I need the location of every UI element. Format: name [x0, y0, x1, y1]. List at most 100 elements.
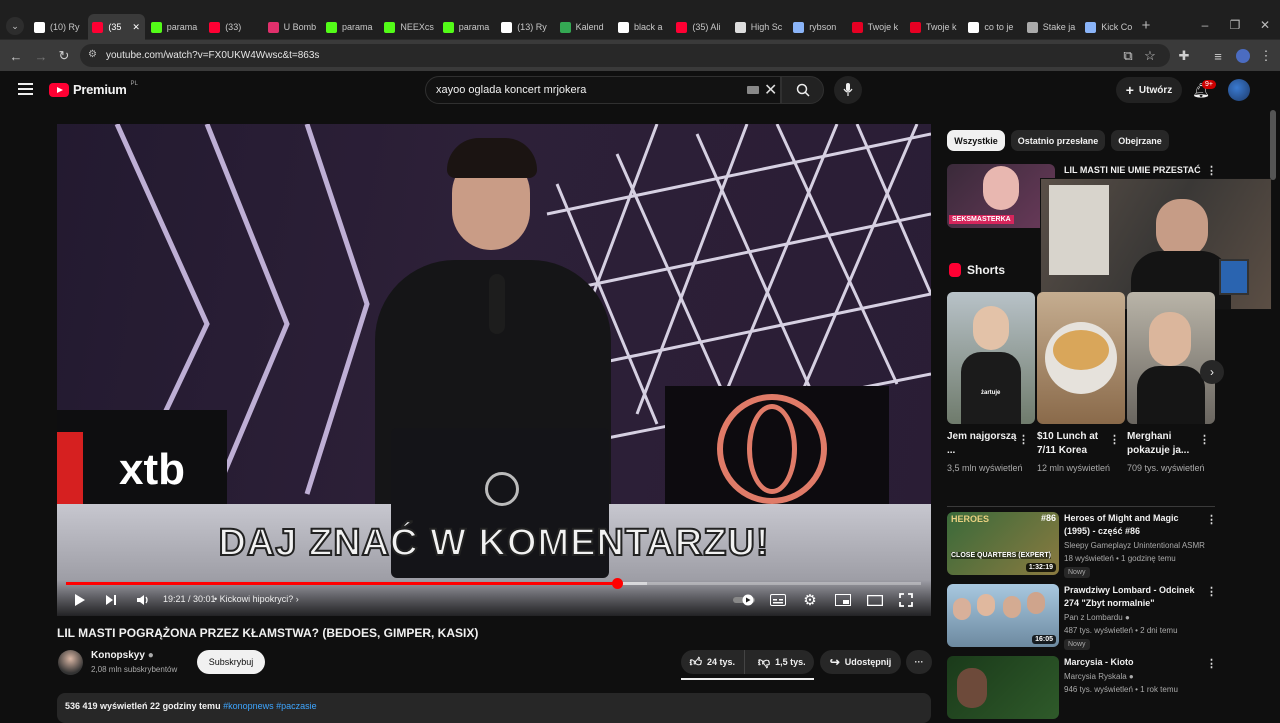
clear-search-icon[interactable]: ✕ [764, 80, 777, 100]
keyboard-icon[interactable] [747, 86, 759, 94]
browser-tab[interactable]: Twoje k [906, 14, 962, 40]
reload-icon[interactable]: ↻ [56, 48, 72, 64]
short-title[interactable]: Merghani pokazuje ja... [1127, 430, 1199, 458]
video-thumbnail[interactable] [947, 656, 1059, 719]
forward-icon[interactable]: → [33, 48, 49, 64]
browser-tab[interactable]: rybson [789, 14, 845, 40]
install-app-icon[interactable]: ⧉ [1120, 48, 1136, 64]
more-vertical-icon[interactable]: ⋮ [1206, 585, 1217, 598]
more-vertical-icon[interactable]: ⋮ [1109, 433, 1120, 446]
media-controls-icon[interactable]: ≡ [1210, 48, 1226, 64]
browser-tab[interactable]: (35) Ali [672, 14, 728, 40]
more-vertical-icon[interactable]: ⋮ [1206, 657, 1217, 670]
browser-tab[interactable]: NEEXcs [380, 14, 436, 40]
next-button[interactable] [103, 592, 119, 608]
browser-tab[interactable]: parama [147, 14, 203, 40]
thumbs-down-icon: 👎︎ [757, 654, 771, 669]
video-title-link[interactable]: Prawdziwy Lombard - Odcinek 274 "Zbyt no… [1064, 584, 1206, 610]
browser-tab[interactable]: co to je [964, 14, 1020, 40]
minimize-icon[interactable]: – [1192, 14, 1218, 36]
video-title-link[interactable]: Marcysia - Kioto [1064, 656, 1206, 669]
browser-tab[interactable]: Kalend [556, 14, 612, 40]
play-button[interactable] [72, 592, 88, 608]
theater-mode-button[interactable] [866, 592, 884, 608]
dislike-button[interactable]: 👎︎ 1,5 tys. [750, 650, 814, 674]
bookmark-star-icon[interactable]: ☆ [1142, 48, 1158, 64]
xtb-logo-mark [57, 432, 83, 508]
like-button[interactable]: 👍︎ 24 tys. [681, 650, 745, 674]
divider [947, 506, 1215, 507]
subtitles-button[interactable] [769, 592, 787, 608]
video-thumbnail[interactable]: HEROES #86 CLOSE QUARTERS (EXPERT) 1:32:… [947, 512, 1059, 575]
address-bar[interactable]: ⚙ youtube.com/watch?v=FX0UKW4Wwsc&t=863s [80, 44, 1170, 67]
channel-avatar[interactable] [58, 650, 83, 675]
new-tab-button[interactable]: + [1133, 14, 1159, 36]
more-vertical-icon[interactable]: ⋮ [1206, 164, 1217, 177]
browser-tab[interactable]: black a [614, 14, 670, 40]
tab-search-icon[interactable]: ⌄ [6, 17, 24, 35]
fullscreen-button[interactable] [898, 592, 914, 608]
video-thumbnail[interactable]: 16:05 [947, 584, 1059, 647]
create-button[interactable]: + Utwórz [1116, 77, 1182, 103]
site-info-icon[interactable]: ⚙ [88, 49, 97, 60]
chip-watched[interactable]: Obejrzane [1111, 130, 1169, 151]
close-window-icon[interactable]: ✕ [1252, 14, 1278, 36]
close-tab-icon[interactable]: ✕ [132, 22, 140, 33]
browser-tab[interactable]: Stake ja [1023, 14, 1079, 40]
restore-icon[interactable]: ❐ [1222, 14, 1248, 36]
youtube-logo[interactable]: Premium PL [49, 81, 138, 97]
account-avatar[interactable] [1228, 79, 1250, 101]
browser-tab[interactable]: parama [439, 14, 495, 40]
chip-all[interactable]: Wszystkie [947, 130, 1005, 151]
short-title[interactable]: $10 Lunch at 7/11 Korea [1037, 430, 1109, 458]
browser-tab[interactable]: High Sc [731, 14, 787, 40]
browser-tab[interactable]: (33) [205, 14, 261, 40]
browser-tab[interactable]: U Bomb [264, 14, 320, 40]
video-thumbnail[interactable]: SEKSMASTERKA [947, 164, 1055, 228]
volume-button[interactable] [135, 592, 151, 608]
share-button[interactable]: ↪ Udostępnij [820, 650, 901, 674]
video-channel[interactable]: Pan z Lombardu ● [1064, 611, 1130, 624]
video-meta: 487 tys. wyświetleń • 2 dni temu [1064, 626, 1178, 635]
search-button[interactable] [781, 76, 824, 104]
video-channel[interactable]: Sleepy Gameplayz Unintentional ASMR [1064, 539, 1214, 552]
short-title[interactable]: Jem najgorszą ... [947, 430, 1017, 458]
browser-tab[interactable]: Kick Co [1081, 14, 1137, 40]
page-scrollbar[interactable] [1270, 110, 1276, 180]
more-vertical-icon[interactable]: ⋮ [1018, 433, 1029, 446]
back-icon[interactable]: ← [8, 48, 24, 64]
progress-scrubber[interactable] [612, 578, 623, 589]
browser-tab[interactable]: (13) Ry [497, 14, 553, 40]
settings-button[interactable]: ⚙ [802, 592, 818, 609]
short-thumbnail[interactable] [1127, 292, 1215, 424]
autoplay-toggle[interactable] [733, 592, 757, 608]
browser-tab[interactable]: (35 ✕ [88, 14, 145, 40]
short-thumbnail[interactable] [1037, 292, 1125, 424]
search-input[interactable]: xayoo oglada koncert mrjokera [425, 76, 781, 104]
shorts-next-button[interactable]: › [1200, 360, 1224, 384]
browser-tab[interactable]: parama [322, 14, 378, 40]
miniplayer-button[interactable] [834, 592, 852, 608]
autoplay-icon [733, 594, 755, 606]
browser-tab[interactable]: Twoje k [848, 14, 904, 40]
more-vertical-icon[interactable]: ⋮ [1199, 433, 1210, 446]
short-thumbnail[interactable]: żartuje [947, 292, 1035, 424]
video-channel[interactable]: Marcysia Ryskala ● [1064, 670, 1134, 683]
chip-recently-uploaded[interactable]: Ostatnio przesłane [1011, 130, 1105, 151]
description-tags[interactable]: #konopnews #paczasie [223, 701, 317, 711]
menu-icon[interactable] [18, 83, 33, 95]
description-box[interactable]: 536 419 wyświetleń 22 godziny temu #kono… [57, 693, 931, 723]
subscribe-button[interactable]: Subskrybuj [197, 650, 265, 674]
browser-tab[interactable]: (10) Ry [30, 14, 86, 40]
chapter-title[interactable]: • Kickowi hipokryci? › [214, 594, 299, 604]
voice-search-button[interactable] [834, 76, 862, 104]
video-title-link[interactable]: LIL MASTI NIE UMIE PRZESTAĆ [1064, 164, 1204, 177]
profile-avatar[interactable] [1236, 49, 1250, 63]
channel-name[interactable]: Konopskyy ● [91, 650, 154, 661]
video-player[interactable]: xtb DAJ ZNAĆ W KOMENTARZU! [57, 124, 931, 616]
more-actions-button[interactable]: ··· [906, 650, 932, 674]
video-title-link[interactable]: Heroes of Might and Magic (1995) - część… [1064, 512, 1206, 538]
more-vertical-icon[interactable]: ⋮ [1206, 513, 1217, 526]
extensions-icon[interactable]: ✚ [1176, 48, 1192, 64]
browser-menu-icon[interactable]: ⋮ [1258, 48, 1274, 64]
